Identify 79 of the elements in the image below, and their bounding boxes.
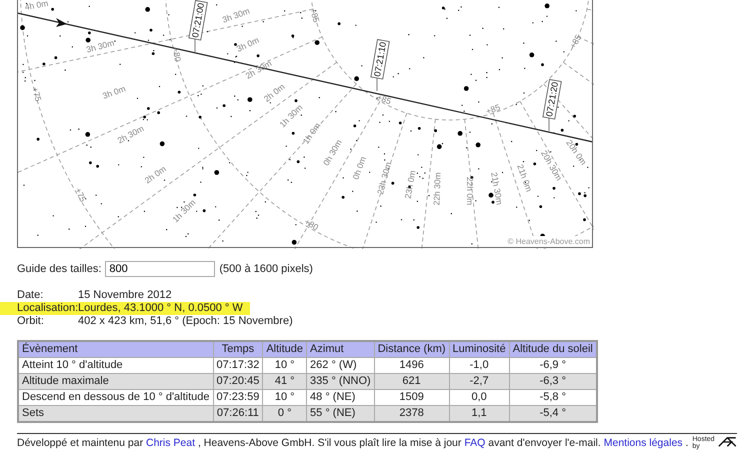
ra-grid-label: 23h 30m: [375, 160, 394, 196]
declination-grid-label: +85: [567, 32, 584, 50]
footer-link[interactable]: Mentions légales: [604, 436, 683, 448]
info-label: Orbit:: [17, 314, 45, 328]
time-marker-label: 07:21:10: [370, 39, 390, 80]
ra-grid-label: 2h 0m: [262, 81, 287, 104]
table-cell: 2378: [374, 405, 450, 422]
table-cell: 07:20:45: [213, 373, 263, 389]
ra-grid-label: 0h 0m: [350, 155, 368, 181]
ra-grid-label: 2h 0m: [142, 164, 168, 186]
column-header: Altitude: [262, 340, 307, 357]
table-cell: 41 °: [262, 373, 307, 389]
info-value: 15 Novembre 2012: [78, 288, 172, 302]
column-header: Altitude du soleil: [509, 340, 597, 357]
footer-link[interactable]: FAQ: [464, 436, 486, 448]
table-cell: 07:26:11: [213, 405, 263, 422]
table-cell: -5,4 °: [509, 405, 597, 422]
table-cell: 621: [374, 373, 450, 389]
size-input-field[interactable]: 800: [105, 261, 216, 278]
ra-grid-label: 22h 30m: [431, 172, 443, 206]
declination-grid-label: +85: [376, 92, 392, 106]
ra-grid-label: 21h 0m: [515, 162, 534, 193]
table-cell: 0 °: [262, 405, 307, 422]
ra-grid-label: 1h 30m: [170, 197, 198, 224]
table-cell: -1,0: [449, 357, 510, 373]
declination-grid-label: +85: [308, 6, 322, 24]
ra-grid-label: 22h 0m: [465, 176, 475, 206]
table-cell: 1509: [374, 389, 450, 405]
table-cell: Sets: [18, 405, 214, 422]
copyright-credit: © Heavens-Above.com: [508, 237, 590, 246]
ra-grid-label: 4h 0m: [24, 0, 49, 12]
table-cell: 335 ° (NNO): [306, 373, 374, 389]
table-cell: Descend en dessous de 10 ° d'altitude: [18, 389, 214, 405]
size-label: Guide des tailles:: [17, 262, 102, 277]
ra-grid-label: 2h 30m: [244, 58, 274, 81]
info-value: Lourdes, 43.1000 ° N, 0.0500 ° W: [78, 302, 243, 314]
table-cell: 262 ° (W): [306, 357, 374, 373]
column-header: Distance (km): [374, 340, 450, 357]
table-cell: 1496: [374, 357, 450, 373]
table-cell: 10 °: [262, 357, 307, 373]
ra-grid-label: 3h 0m: [101, 83, 127, 101]
table-cell: -2,7: [449, 373, 510, 389]
ra-grid-label: 3h 30m: [85, 38, 116, 55]
table-cell: 07:17:32: [213, 357, 263, 373]
time-marker-label: 07:21:20: [542, 79, 562, 120]
declination-grid-label: +75: [73, 186, 88, 204]
info-label: Localisation:: [17, 302, 78, 314]
info-value: 402 x 423 km, 51,6 ° (Epoch: 15 Novembre): [78, 314, 293, 328]
declination-grid-label: +80: [302, 216, 320, 232]
table-cell: 0,0: [449, 389, 510, 405]
size-hint: (500 à 1600 pixels): [219, 262, 313, 277]
table-cell: -6,9 °: [509, 357, 597, 373]
table-cell: -5,8 °: [509, 389, 597, 405]
ra-grid-label: 2h 30m: [116, 123, 146, 146]
footer-text: Développé et maintenu par Chris Peat , Heavens-Above GmbH. S'il vous plaît lire la mise à jour FAQ avant d'envoyer l'e-mail. Mentions légales .: [17, 436, 688, 450]
table-cell: Altitude maximale: [18, 373, 214, 389]
table-cell: 07:23:59: [213, 389, 263, 405]
column-header: Luminosité: [449, 340, 510, 357]
declination-grid-label: +80: [170, 46, 184, 62]
info-label: Date:: [17, 288, 44, 302]
ra-grid-label: 20h 0m: [564, 138, 589, 167]
column-header: Azimut: [306, 340, 374, 357]
table-cell: Atteint 10 ° d'altitude: [18, 357, 214, 373]
column-header: Temps: [213, 340, 263, 357]
host-logo-icon: [718, 436, 737, 448]
column-header: Évènement: [18, 340, 214, 357]
table-cell: 10 °: [262, 389, 307, 405]
ra-grid-label: 3h 30m: [220, 6, 251, 25]
table-cell: 48 ° (NE): [306, 389, 374, 405]
declination-grid-label: +75: [30, 86, 44, 102]
ra-grid-label: 23h 0m: [402, 170, 418, 200]
table-cell: 55 ° (NE): [306, 405, 374, 422]
declination-grid-label: +85: [484, 102, 502, 116]
ra-grid-label: 3h 0m: [234, 34, 261, 54]
table-cell: 1,1: [449, 405, 510, 422]
time-marker-label: 07:21:00: [188, 0, 208, 40]
footer-link[interactable]: Chris Peat: [146, 436, 196, 448]
table-cell: -6,3 °: [509, 373, 597, 389]
ra-grid-label: 21h 30m: [489, 171, 505, 206]
